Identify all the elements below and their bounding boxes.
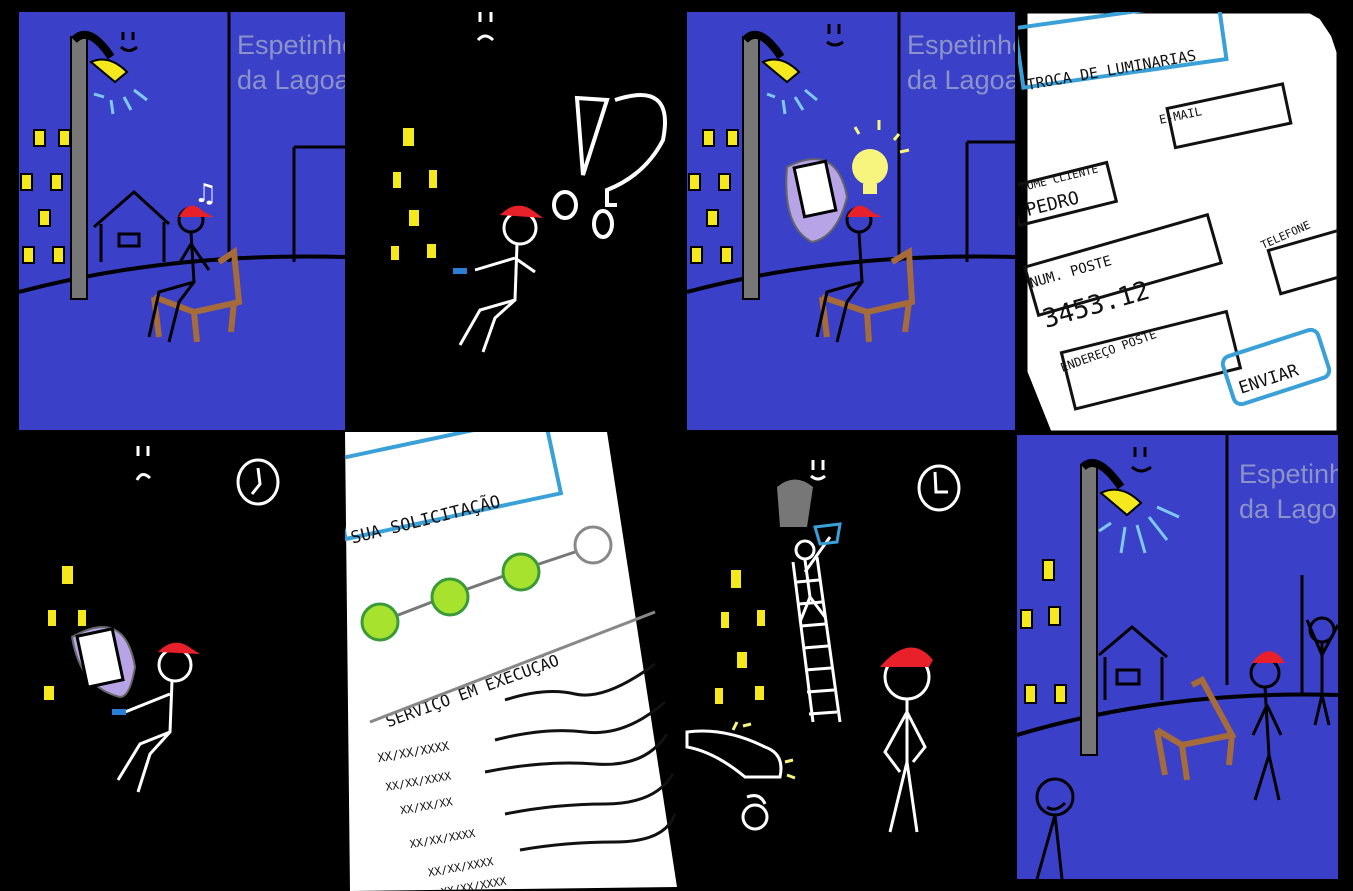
progress-step-3 (501, 552, 541, 592)
music-notes: ♫ (194, 179, 217, 209)
restaurant-sign: Espetinho da Lagoa (1239, 457, 1338, 527)
restaurant-sign: Espetinho da Lagoa (907, 28, 1015, 98)
panel-2-lights-out (345, 0, 685, 430)
sign-line-1: Espetinho (1239, 459, 1338, 489)
progress-step-2 (430, 577, 470, 617)
panel-5-waiting (0, 432, 345, 891)
phone-icon (453, 268, 467, 274)
panel-8-light-restored: Espetinho da Lagoa (1017, 435, 1338, 879)
sign-line-1: Espetinho (237, 30, 345, 60)
sign-line-2: da Lagoa (237, 65, 345, 95)
progress-step-1 (360, 602, 400, 642)
progress-step-4 (573, 525, 613, 565)
sign-line-1: Espetinho (907, 30, 1015, 60)
panel-6-request-status: SUA SOLICITAÇÃO SERVIÇO EM EXECUÇÃO XX/X… (345, 432, 685, 891)
sign-line-2: da Lagoa (1239, 494, 1338, 524)
panel-1-night-street: ♫ Espetinho da Lagoa (19, 12, 345, 430)
panel-7-repair (685, 432, 1015, 891)
restaurant-sign: Espetinho da Lagoa (237, 28, 345, 98)
panel-3-idea: Espetinho da Lagoa (687, 12, 1015, 430)
panel-4-request-form: TROCA DE LUMINARIAS E-MAIL NOME CLIENTE … (1018, 12, 1338, 432)
lamp-head-grey (777, 479, 813, 527)
sign-line-2: da Lagoa (907, 65, 1015, 95)
